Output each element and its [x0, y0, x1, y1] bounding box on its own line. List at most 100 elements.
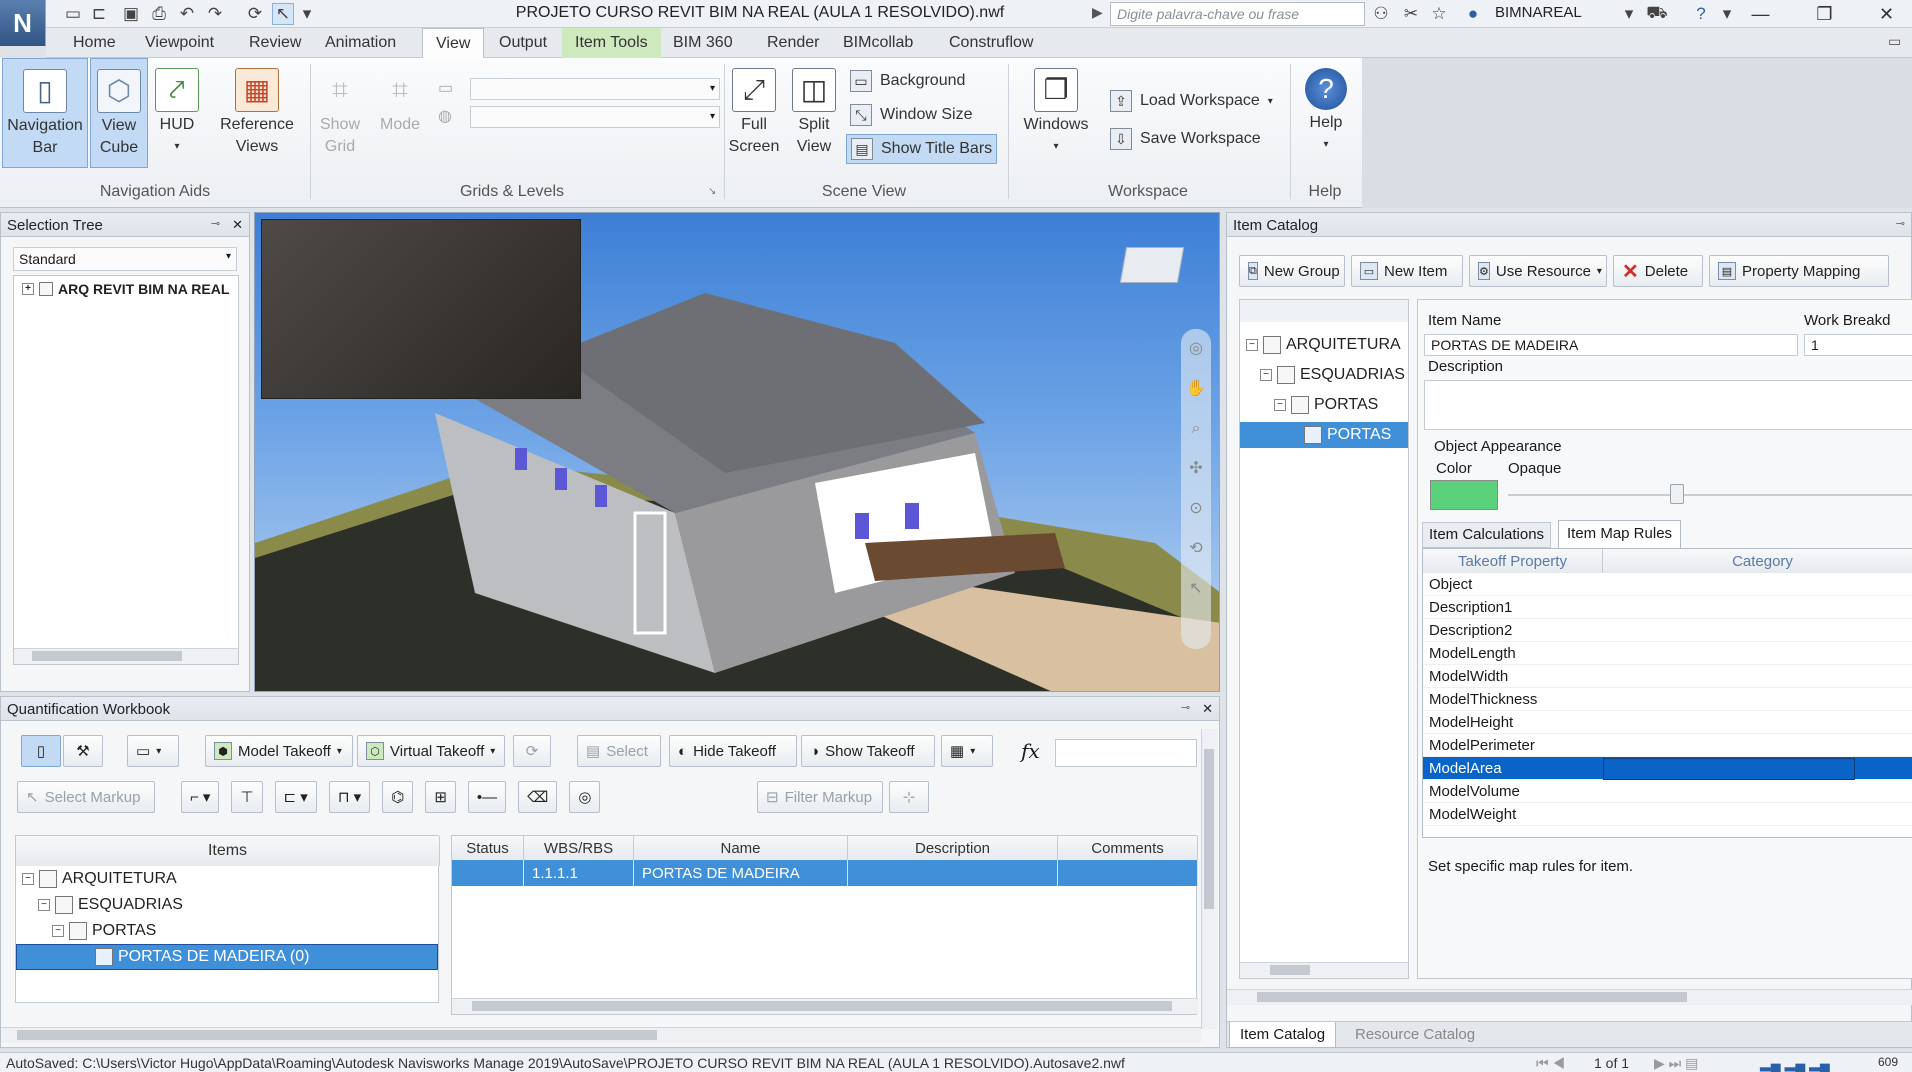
property-row[interactable]: ModelWeight	[1423, 803, 1912, 826]
horizontal-scrollbar[interactable]	[452, 998, 1198, 1014]
tab-animation[interactable]: Animation	[312, 28, 409, 58]
model-takeoff-button[interactable]: ⬢ Model Takeoff ▾	[205, 735, 353, 767]
dialog-launcher-icon[interactable]: ↘	[708, 186, 716, 197]
property-row[interactable]: Object	[1423, 573, 1912, 596]
tab-home[interactable]: Home	[60, 28, 129, 58]
view-cube-button[interactable]: ⬡ View Cube	[90, 58, 148, 168]
scrollbar-thumb[interactable]	[32, 651, 182, 661]
tab-item-calculations[interactable]: Item Calculations	[1422, 522, 1552, 548]
measure-polyline-icon[interactable]: ⌐ ▾	[181, 781, 220, 813]
catalog-tree-portas-item[interactable]: PORTAS	[1240, 422, 1408, 448]
collapse-icon[interactable]: −	[1246, 339, 1258, 351]
tab-review[interactable]: Review	[236, 28, 314, 58]
collapse-icon[interactable]: −	[38, 899, 50, 911]
select-cursor-icon[interactable]: ↖	[272, 3, 294, 25]
tools-button[interactable]: ⚒	[63, 735, 103, 767]
catalog-tree-arquitetura[interactable]: − ARQUITETURA	[1246, 332, 1401, 358]
scrollbar-thumb[interactable]	[17, 1030, 657, 1040]
selection-tree-dropdown[interactable]: Standard ▾	[13, 247, 237, 271]
mode-button[interactable]: ⌗ Mode	[372, 58, 428, 168]
undo-icon[interactable]: ↶	[176, 3, 198, 25]
3d-viewport[interactable]: ◎ ✋ ⌕ ✣ ⊙ ⟲ ↖	[254, 212, 1220, 692]
open-file-icon[interactable]: ⊏	[88, 3, 110, 25]
snap-icon[interactable]: ◎	[569, 781, 601, 813]
work-breakdown-field[interactable]: 1	[1804, 334, 1912, 356]
navigation-bar-button[interactable]: ▯ Navigation Bar	[2, 58, 88, 168]
page-nav-icons[interactable]: ⏮ ◀	[1536, 1055, 1565, 1072]
grid-level-dropdown-1[interactable]: ▾	[470, 78, 720, 100]
window-size-button[interactable]: ⤡ Window Size	[846, 100, 976, 130]
horizontal-scrollbar[interactable]	[1, 1027, 1201, 1043]
items-tree-portas-de-madeira[interactable]: PORTAS DE MADEIRA (0)	[16, 944, 438, 970]
column-header-wbs[interactable]: WBS/RBS	[524, 836, 634, 860]
property-row[interactable]: Description1	[1423, 596, 1912, 619]
filter-markup-button[interactable]: ⊟ Filter Markup	[757, 781, 883, 813]
tab-resource-catalog[interactable]: Resource Catalog	[1345, 1022, 1485, 1048]
measure-segment-icon[interactable]: ⊤	[231, 781, 263, 813]
collapse-icon[interactable]: −	[1274, 399, 1286, 411]
hud-button[interactable]: ⤤ HUD ▾	[152, 58, 202, 168]
restore-icon[interactable]: ❐	[1802, 0, 1847, 28]
customize-dropdown-icon[interactable]: ▾	[296, 3, 318, 25]
sync-button[interactable]: ⟳	[513, 735, 551, 767]
page-nav-forward-icons[interactable]: ▶ ⏭ ▤	[1654, 1055, 1698, 1072]
windows-button[interactable]: ❐ Windows ▾	[1018, 58, 1094, 168]
opacity-slider-thumb[interactable]	[1670, 484, 1684, 504]
split-view-button[interactable]: ◫ Split View	[786, 58, 842, 168]
bucket-fill-icon[interactable]: ⌬	[382, 781, 414, 813]
use-resource-button[interactable]: ⚙ Use Resource ▾	[1469, 255, 1607, 287]
save-workspace-button[interactable]: ⇩ Save Workspace	[1106, 124, 1265, 154]
export-button[interactable]: ▦ ▾	[941, 735, 993, 767]
pin-icon[interactable]: ⊸	[211, 217, 220, 230]
app-logo[interactable]: N	[0, 0, 46, 46]
item-view-button[interactable]: ▯	[21, 735, 61, 767]
column-header-category[interactable]: Category	[1603, 549, 1912, 573]
select-button[interactable]: ▤ Select	[577, 735, 661, 767]
tools-icon[interactable]: ✂	[1400, 3, 1422, 25]
horizontal-scrollbar[interactable]	[1227, 989, 1912, 1005]
tab-item-tools[interactable]: Item Tools	[562, 28, 661, 58]
column-header-status[interactable]: Status	[452, 836, 524, 860]
tab-bim360[interactable]: BIM 360	[660, 28, 746, 58]
virtual-takeoff-button[interactable]: ⬡ Virtual Takeoff ▾	[357, 735, 505, 767]
close-icon[interactable]: ✕	[1864, 0, 1909, 28]
view-cube-widget[interactable]	[1119, 247, 1185, 283]
ribbon-minimize-icon[interactable]: ▭	[1888, 33, 1901, 50]
expand-arrow-icon[interactable]: ▶	[1092, 4, 1103, 21]
cart-icon[interactable]: ⛟	[1646, 3, 1668, 25]
scrollbar-thumb[interactable]	[1257, 992, 1687, 1002]
property-row[interactable]: ModelArea	[1423, 757, 1912, 780]
navigation-bar-widget[interactable]: ◎ ✋ ⌕ ✣ ⊙ ⟲ ↖	[1181, 329, 1211, 649]
collapse-icon[interactable]: −	[1260, 369, 1272, 381]
catalog-tree-esquadrias[interactable]: − ESQUADRIAS	[1260, 362, 1405, 388]
hide-takeoff-button[interactable]: ◐ Hide Takeoff	[669, 735, 797, 767]
pin-icon[interactable]: ⊸	[1896, 217, 1905, 230]
collapse-icon[interactable]: −	[52, 925, 64, 937]
load-workspace-button[interactable]: ⇪ Load Workspace ▾	[1106, 86, 1277, 116]
delete-button[interactable]: ✕ Delete	[1613, 255, 1703, 287]
reference-views-button[interactable]: ▦ Reference Views	[214, 58, 300, 168]
expand-icon[interactable]: +	[22, 283, 34, 295]
close-icon[interactable]: ✕	[232, 217, 243, 233]
scrollbar-thumb[interactable]	[1270, 965, 1310, 975]
tab-render[interactable]: Render	[754, 28, 832, 58]
eraser-icon[interactable]: ⌫	[518, 781, 558, 813]
formula-icon[interactable]: fx	[1021, 739, 1040, 763]
scrollbar-thumb[interactable]	[1204, 749, 1214, 909]
table-row[interactable]: 1.1.1.1 PORTAS DE MADEIRA	[452, 860, 1198, 886]
property-row[interactable]: ModelWidth	[1423, 665, 1912, 688]
markup-settings-button[interactable]: ⊹	[889, 781, 929, 813]
username-label[interactable]: BIMNAREAL	[1495, 4, 1582, 21]
background-button[interactable]: ▭ Background	[846, 66, 969, 96]
tab-item-catalog[interactable]: Item Catalog	[1229, 1022, 1337, 1048]
help-icon[interactable]: ?	[1690, 3, 1712, 25]
layout-button[interactable]: ▭ ▾	[127, 735, 179, 767]
item-name-field[interactable]: PORTAS DE MADEIRA	[1424, 334, 1798, 356]
tab-bimcollab[interactable]: BIMcollab	[830, 28, 926, 58]
close-icon[interactable]: ✕	[1202, 701, 1213, 717]
property-row[interactable]: ModelLength	[1423, 642, 1912, 665]
tree-item-root[interactable]: + ARQ REVIT BIM NA REAL	[14, 276, 238, 302]
items-tree-esquadrias[interactable]: − ESQUADRIAS	[16, 892, 438, 918]
formula-input[interactable]	[1055, 739, 1197, 767]
property-row[interactable]: ModelPerimeter	[1423, 734, 1912, 757]
